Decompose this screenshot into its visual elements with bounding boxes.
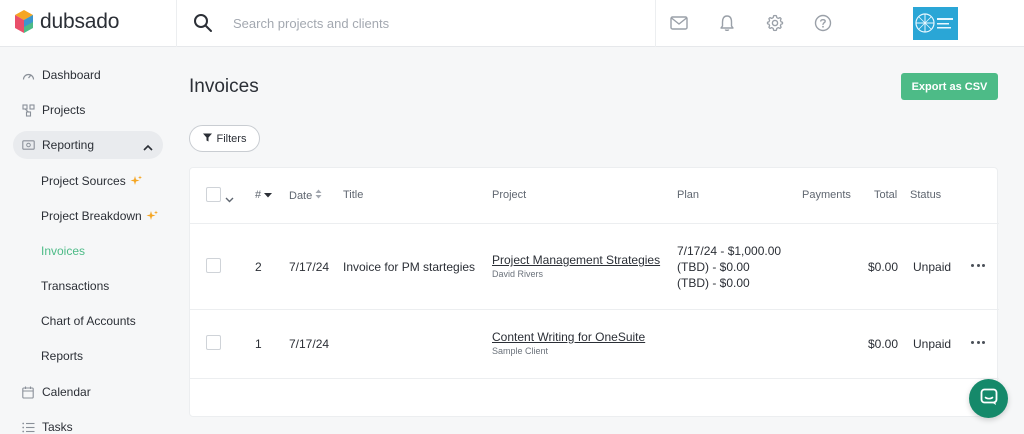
column-header-plan: Plan [677,189,700,201]
column-header-payments: Payments [802,189,851,201]
plan-line: (TBD) - $0.00 [677,276,750,290]
invoice-total: $0.00 [868,337,899,351]
project-client: David Rivers [492,269,544,279]
project-link[interactable]: Project Management Strategies [492,253,660,267]
filters-label: Filters [216,132,247,145]
column-header-date[interactable]: Date [289,189,322,202]
more-options-icon[interactable] [971,260,985,270]
invoice-date: 7/17/24 [289,337,330,351]
sidebar-subitem-chart-of-accounts[interactable]: Chart of Accounts [41,311,136,331]
projects-icon [21,103,35,117]
column-header-label: Date [289,189,313,202]
gear-icon[interactable] [765,13,785,33]
sort-icon [315,189,322,202]
sidebar-item-dashboard[interactable]: Dashboard [13,61,163,89]
header-divider [176,0,177,47]
sidebar-item-label: Calendar [42,385,91,399]
tasks-icon [21,420,35,434]
column-header-label: # [255,189,262,201]
user-avatar[interactable] [913,7,958,40]
top-header: dubsado [0,0,1024,47]
column-header-title: Title [343,189,364,201]
invoice-date: 7/17/24 [289,260,330,274]
project-link[interactable]: Content Writing for OneSuite [492,330,645,344]
sidebar-subitem-project-sources[interactable]: Project Sources [41,171,142,191]
project-client: Sample Client [492,346,549,356]
column-header-status: Status [910,189,942,201]
row-divider [190,309,999,310]
bell-icon[interactable] [717,13,737,33]
column-header-number[interactable]: # [255,189,273,201]
sidebar-item-tasks[interactable]: Tasks [13,413,163,434]
sparkle-icon [146,210,158,222]
sidebar-subitem-transactions[interactable]: Transactions [41,276,109,296]
chat-support-button[interactable] [969,379,1008,418]
logo-cube-icon [15,10,33,33]
sidebar-subitem-label: Invoices [41,244,86,258]
row-checkbox[interactable] [206,258,221,273]
search-input[interactable] [233,13,613,33]
sidebar-subitem-label: Chart of Accounts [41,314,136,328]
sidebar-item-label: Projects [42,103,86,117]
sidebar-subitem-label: Reports [41,349,84,363]
sidebar-item-reporting[interactable]: Reporting [13,131,163,159]
sidebar-item-label: Reporting [42,138,95,152]
filter-icon [202,133,212,145]
sidebar-subitem-label: Transactions [41,279,110,293]
chat-icon [980,388,998,409]
header-divider [655,0,656,47]
plan-line: 7/17/24 - $1,000.00 [677,244,782,258]
page-title: Invoices [189,76,259,97]
help-icon[interactable] [813,13,833,33]
sidebar-subitem-label: Project Sources [41,174,126,188]
plan-line: (TBD) - $0.00 [677,260,750,274]
invoice-number: 1 [255,337,262,351]
sort-desc-icon [264,189,273,201]
dashboard-icon [21,68,35,82]
row-checkbox[interactable] [206,335,221,350]
dubsado-logo[interactable]: dubsado [14,9,119,35]
sidebar-item-projects[interactable]: Projects [13,96,163,124]
row-divider [190,378,999,379]
invoice-status: Unpaid [913,337,952,351]
calendar-icon [21,385,35,399]
invoices-table: # Date Title Project Plan Payments Total… [189,167,999,417]
sparkle-icon [130,175,142,187]
sidebar-subitem-reports[interactable]: Reports [41,346,83,366]
export-csv-button[interactable]: Export as CSV [901,73,998,100]
sidebar-subitem-label: Project Breakdown [41,209,142,223]
invoice-total: $0.00 [868,260,899,274]
sidebar: Dashboard Projects Reporting Project Sou… [0,48,176,434]
column-header-total: Total [874,189,898,201]
sidebar-item-label: Dashboard [42,68,101,82]
sidebar-subitem-project-breakdown[interactable]: Project Breakdown [41,206,158,226]
invoice-number: 2 [255,260,262,274]
main-content: Invoices Export as CSV Filters # Date Ti… [176,48,1024,434]
sidebar-subitem-invoices[interactable]: Invoices [41,241,85,261]
chevron-up-icon[interactable] [143,140,153,154]
row-divider [190,223,999,224]
reporting-icon [21,138,35,152]
invoice-status: Unpaid [913,260,952,274]
logo-text: dubsado [40,10,120,33]
search-icon[interactable] [193,13,213,36]
filters-button[interactable]: Filters [189,125,260,152]
sidebar-item-label: Tasks [42,420,73,434]
mail-icon[interactable] [669,13,689,33]
column-header-project: Project [492,189,527,201]
invoice-title: Invoice for PM startegies [343,260,476,274]
select-all-checkbox[interactable] [206,187,221,202]
sidebar-item-calendar[interactable]: Calendar [13,378,163,406]
chevron-down-icon[interactable] [225,192,234,206]
more-options-icon[interactable] [971,337,985,347]
